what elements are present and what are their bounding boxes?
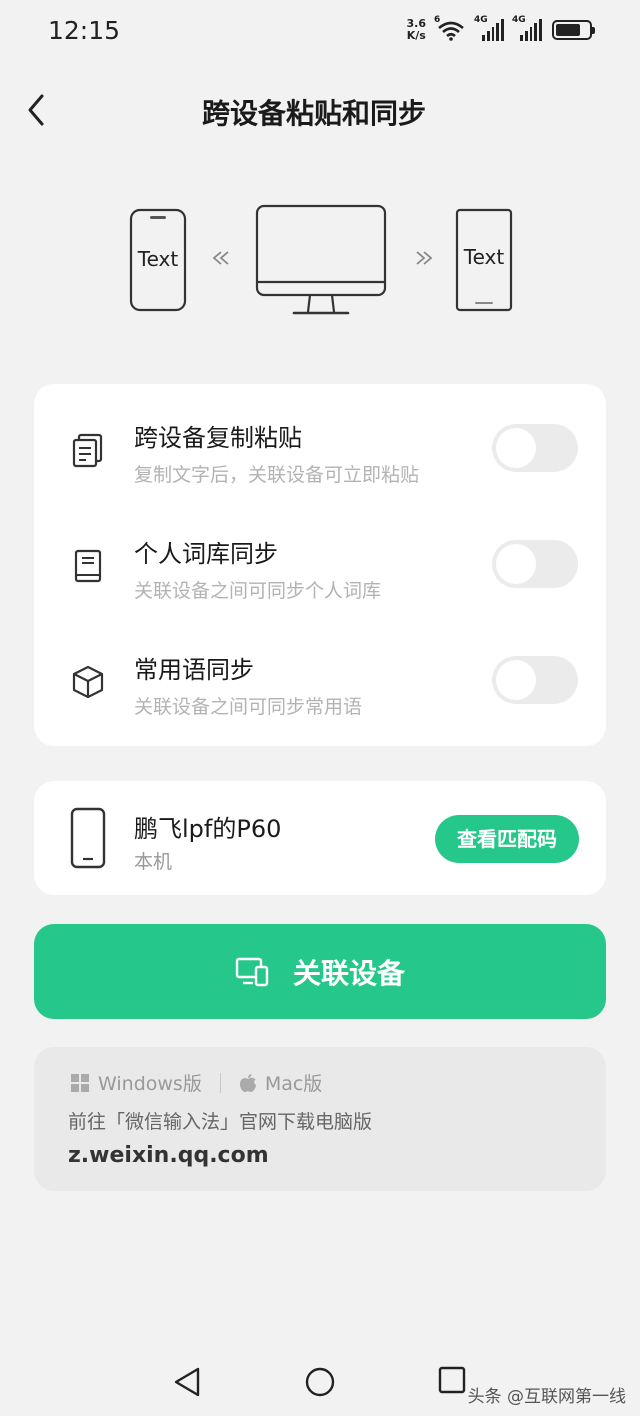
phrases-sync-toggle[interactable]	[492, 656, 578, 704]
monitor-graphic	[255, 204, 387, 315]
view-pair-code-button[interactable]: 查看匹配码	[435, 815, 579, 863]
divider	[219, 1072, 221, 1093]
page-title: 跨设备粘贴和同步	[201, 97, 426, 130]
battery-icon	[552, 20, 595, 40]
setting-description: 关联设备之间可同步个人词库	[134, 580, 382, 602]
toggle-knob	[496, 428, 536, 468]
setting-row-dictionary-sync: 个人词库同步 关联设备之间可同步个人词库	[34, 500, 606, 616]
triangle-back-icon	[174, 1367, 200, 1397]
toggle-knob	[496, 544, 536, 584]
setting-title: 常用语同步	[134, 656, 254, 684]
device-name: 鹏飞lpf的P60	[134, 815, 282, 843]
right-phone-text: Text	[463, 245, 505, 269]
status-icons: 3.6 K/s 6 4G 4G	[406, 15, 595, 42]
square-recents-icon	[438, 1366, 466, 1394]
cross-device-paste-toggle[interactable]	[492, 424, 578, 472]
download-hint: 前往「微信输入法」官网下载电脑版	[68, 1111, 373, 1133]
link-device-button[interactable]: 关联设备	[34, 924, 606, 1019]
setting-description: 关联设备之间可同步常用语	[134, 696, 363, 718]
wifi-icon: 6	[434, 15, 466, 41]
status-time: 12:15	[48, 16, 121, 45]
download-card: Windows版 Mac版 前往「微信输入法」官网下载电脑版 z.weixin.…	[34, 1047, 606, 1191]
nav-back-button[interactable]	[170, 1364, 206, 1400]
network-speed: 3.6 K/s	[406, 17, 427, 42]
watermark: 头条 @互联网第一线	[467, 1387, 626, 1407]
dictionary-sync-toggle[interactable]	[492, 540, 578, 588]
device-subtitle: 本机	[134, 851, 173, 873]
windows-icon	[71, 1073, 89, 1092]
link-device-label: 关联设备	[292, 956, 405, 990]
left-phone-text: Text	[137, 247, 179, 271]
sync-illustration: Text Text	[128, 200, 518, 322]
copy-icon	[70, 432, 106, 468]
download-url[interactable]: z.weixin.qq.com	[68, 1143, 269, 1168]
cube-icon	[70, 664, 106, 700]
setting-title: 跨设备复制粘贴	[134, 424, 302, 452]
nav-recents-button[interactable]	[434, 1364, 470, 1400]
windows-download[interactable]: Windows版	[70, 1069, 202, 1096]
status-bar: 12:15 3.6 K/s 6 4G 4G	[0, 0, 640, 64]
mac-download[interactable]: Mac版	[239, 1069, 322, 1096]
signal-sim2-icon: 4G	[512, 15, 542, 41]
devices-icon	[235, 957, 269, 986]
setting-title: 个人词库同步	[134, 540, 278, 568]
platform-list: Windows版 Mac版	[70, 1069, 322, 1096]
phone-icon	[70, 807, 106, 869]
setting-row-phrases-sync: 常用语同步 关联设备之间可同步常用语	[34, 616, 606, 732]
signal-sim1-icon: 4G	[474, 15, 504, 41]
setting-row-cross-device-paste: 跨设备复制粘贴 复制文字后，关联设备可立即粘贴	[34, 384, 606, 500]
device-card: 鹏飞lpf的P60 本机 查看匹配码	[34, 781, 606, 895]
setting-description: 复制文字后，关联设备可立即粘贴	[134, 464, 420, 486]
book-icon	[70, 548, 106, 584]
apple-icon	[239, 1073, 256, 1092]
nav-home-button[interactable]	[302, 1364, 338, 1400]
toggle-knob	[496, 660, 536, 700]
circle-home-icon	[305, 1367, 335, 1397]
settings-card: 跨设备复制粘贴 复制文字后，关联设备可立即粘贴 个人词库同步 关联设备之间可同步…	[34, 384, 606, 746]
